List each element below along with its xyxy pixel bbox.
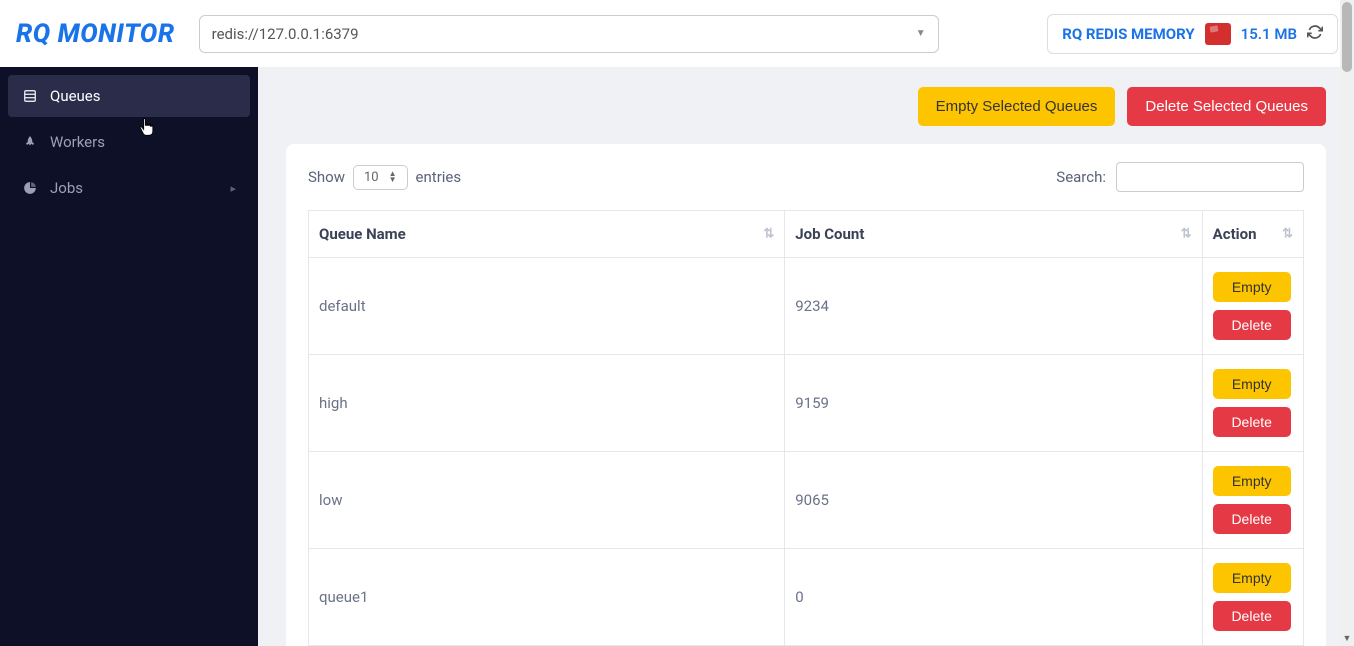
table-row: queue10 Empty Delete: [309, 549, 1304, 646]
show-label: Show: [308, 168, 345, 186]
entries-value: 10: [364, 170, 379, 185]
sidebar-item-label: Workers: [50, 133, 105, 151]
chevron-down-icon: ▼: [916, 28, 926, 39]
redis-url-select[interactable]: redis://127.0.0.1:6379 ▼: [199, 15, 939, 53]
empty-button[interactable]: Empty: [1213, 563, 1291, 593]
entries-select[interactable]: 10 ▲▼: [353, 165, 408, 190]
memory-value: 15.1 MB: [1241, 25, 1297, 43]
th-action: Action ⇅: [1202, 211, 1303, 258]
table-row: high9159 Empty Delete: [309, 355, 1304, 452]
updown-icon: ▲▼: [389, 171, 397, 183]
cell-queue-name[interactable]: low: [309, 452, 785, 549]
bulk-action-bar: Empty Selected Queues Delete Selected Qu…: [286, 87, 1326, 126]
delete-button[interactable]: Delete: [1213, 601, 1291, 631]
sidebar-item-workers[interactable]: Workers: [8, 121, 250, 163]
redis-url-value: redis://127.0.0.1:6379: [212, 25, 359, 43]
cell-queue-name[interactable]: queue1: [309, 549, 785, 646]
empty-button[interactable]: Empty: [1213, 369, 1291, 399]
search-input[interactable]: [1116, 162, 1304, 192]
cell-action: Empty Delete: [1202, 258, 1303, 355]
queues-table: Queue Name ⇅ Job Count ⇅ Action ⇅: [308, 210, 1304, 646]
empty-button[interactable]: Empty: [1213, 272, 1291, 302]
sidebar-item-jobs[interactable]: Jobs ▸: [8, 167, 250, 209]
table-row: low9065 Empty Delete: [309, 452, 1304, 549]
sidebar-item-label: Jobs: [50, 179, 83, 197]
sort-icon: ⇅: [763, 227, 774, 242]
refresh-icon[interactable]: [1307, 24, 1323, 44]
table-controls: Show 10 ▲▼ entries Search:: [286, 162, 1326, 210]
memory-box: RQ REDIS MEMORY 15.1 MB: [1047, 14, 1338, 54]
empty-selected-button[interactable]: Empty Selected Queues: [918, 87, 1116, 126]
cell-queue-name[interactable]: default: [309, 258, 785, 355]
cell-action: Empty Delete: [1202, 452, 1303, 549]
sort-icon: ⇅: [1181, 227, 1192, 242]
vertical-scrollbar[interactable]: ▼: [1340, 0, 1354, 646]
sidebar-item-label: Queues: [50, 87, 101, 105]
content-area: Empty Selected Queues Delete Selected Qu…: [258, 67, 1354, 646]
queues-panel: Show 10 ▲▼ entries Search:: [286, 144, 1326, 646]
entries-label: entries: [416, 168, 462, 186]
search-box: Search:: [1056, 162, 1304, 192]
cell-action: Empty Delete: [1202, 355, 1303, 452]
chevron-right-icon: ▸: [230, 182, 236, 195]
scrollbar-down-icon[interactable]: ▼: [1340, 630, 1354, 646]
table-row: default9234 Empty Delete: [309, 258, 1304, 355]
list-icon: [22, 88, 38, 104]
search-label: Search:: [1056, 168, 1106, 186]
cell-job-count: 9159: [785, 355, 1202, 452]
sort-icon: ⇅: [1282, 227, 1293, 242]
delete-button[interactable]: Delete: [1213, 504, 1291, 534]
pie-chart-icon: [22, 180, 38, 196]
delete-button[interactable]: Delete: [1213, 407, 1291, 437]
delete-button[interactable]: Delete: [1213, 310, 1291, 340]
cell-job-count: 9234: [785, 258, 1202, 355]
cell-queue-name[interactable]: high: [309, 355, 785, 452]
app-logo: RQ MONITOR: [16, 19, 175, 49]
sidebar-item-queues[interactable]: Queues: [8, 75, 250, 117]
rocket-icon: [22, 134, 38, 150]
show-entries: Show 10 ▲▼ entries: [308, 165, 461, 190]
scrollbar-thumb[interactable]: [1342, 2, 1352, 72]
redis-cube-icon: [1205, 23, 1231, 45]
cell-action: Empty Delete: [1202, 549, 1303, 646]
cell-job-count: 9065: [785, 452, 1202, 549]
empty-button[interactable]: Empty: [1213, 466, 1291, 496]
sidebar: Queues Workers Jobs ▸: [0, 67, 258, 646]
delete-selected-button[interactable]: Delete Selected Queues: [1127, 87, 1326, 126]
th-queue-name[interactable]: Queue Name ⇅: [309, 211, 785, 258]
th-job-count[interactable]: Job Count ⇅: [785, 211, 1202, 258]
memory-label: RQ REDIS MEMORY: [1062, 25, 1194, 43]
topbar: RQ MONITOR redis://127.0.0.1:6379 ▼ RQ R…: [0, 0, 1354, 67]
cell-job-count: 0: [785, 549, 1202, 646]
